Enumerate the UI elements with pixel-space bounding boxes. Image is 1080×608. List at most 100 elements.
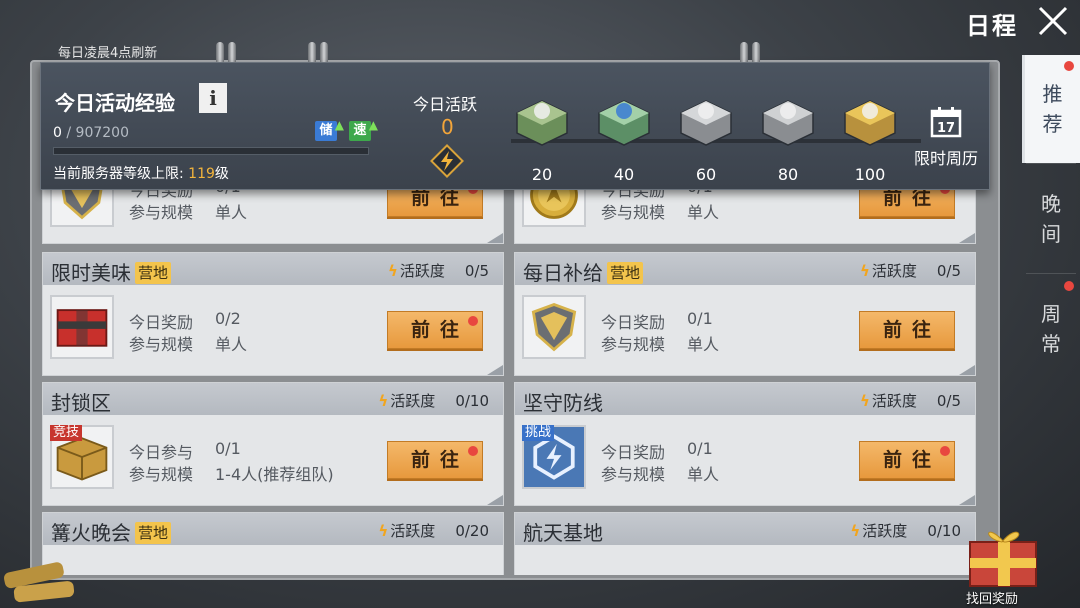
activity-title: 每日补给	[523, 261, 603, 285]
schedule-title: 日程	[966, 12, 1018, 40]
scale-value: 1-4人(推荐组队)	[215, 465, 334, 484]
camp-tag: 营地	[135, 522, 172, 544]
reward-label: 今日奖励	[129, 313, 194, 332]
go-button[interactable]: 前往	[387, 441, 483, 479]
reward-label: 今日参与	[129, 443, 194, 462]
go-button[interactable]: 前往	[859, 441, 955, 479]
exp-current: 0	[53, 125, 62, 141]
go-button[interactable]: 前往	[859, 190, 955, 217]
go-button[interactable]: 前往	[387, 311, 483, 349]
activity-points-count: 0/5	[464, 262, 489, 280]
notification-dot	[1064, 281, 1074, 291]
activity-card[interactable]: 航天基地 ϟ 活跃度 0/10	[514, 512, 976, 575]
bullet-shells-icon	[4, 562, 75, 603]
reward-label: 今日奖励	[601, 313, 666, 332]
milestone-value: 80	[777, 165, 799, 184]
server-cap-label: 当前服务器等级上限:	[53, 166, 189, 182]
notification-dot	[468, 316, 478, 326]
activity-points-label: 活跃度	[390, 522, 436, 540]
notification-dot	[1064, 61, 1074, 71]
lightning-shield-icon: 挑战	[522, 425, 586, 489]
reward-value: 0/2	[215, 309, 241, 328]
server-level-cap: 当前服务器等级上限: 119级	[53, 163, 229, 183]
info-button[interactable]: i	[199, 83, 227, 113]
active-milestone-chest[interactable]: 60	[671, 89, 741, 184]
recall-reward-button[interactable]: 找回奖励	[956, 518, 1056, 608]
daily-active-value: 0	[441, 115, 454, 139]
speed-boost-icon[interactable]: 速 ▲	[349, 118, 378, 141]
card-header: 坚守防线 ϟ 活跃度 0/5	[515, 383, 975, 415]
scale-label: 参与规模	[129, 335, 194, 354]
go-button[interactable]: 前往	[859, 311, 955, 349]
activity-card[interactable]: 每日补给 营地 ϟ 活跃度 0/5 今日奖励 0/1 参与规模 单人 前往	[514, 252, 976, 376]
activity-title: 坚守防线	[523, 391, 603, 415]
close-icon[interactable]	[1036, 4, 1070, 38]
activity-points: ϟ 活跃度 0/10	[378, 390, 489, 411]
active-milestone-chest[interactable]: 80	[753, 89, 823, 184]
go-button-label: 前往	[410, 449, 469, 471]
card-corner	[959, 233, 975, 243]
activity-card[interactable]: 限时美味 营地 ϟ 活跃度 0/5 今日奖励 0/2 参与规模 单人 前往	[42, 252, 504, 376]
card-corner	[959, 365, 975, 375]
activity-points: ϟ 活跃度 0/5	[860, 260, 961, 281]
side-tab[interactable]: 周常	[1022, 275, 1080, 383]
daily-exp-title: 今日活动经验	[55, 91, 175, 115]
scale-label: 参与规模	[601, 465, 666, 484]
activity-list[interactable]: 今日奖励0/1参与规模单人前往今日奖励0/1参与规模单人前往限时美味营地ϟ活跃度…	[42, 190, 978, 575]
activity-card[interactable]: 封锁区 ϟ 活跃度 0/10 竞技今日参与 0/1 参与规模 1-4人(推荐组队) 前往	[42, 382, 504, 506]
activity-card[interactable]: 坚守防线 ϟ 活跃度 0/5 挑战 今日奖励 0/1 参与规模 单人 前往	[514, 382, 976, 506]
reward-value: 0/1	[215, 439, 241, 458]
active-milestone-chest[interactable]: 100	[835, 89, 905, 184]
lightning-icon: ϟ	[387, 262, 398, 280]
activity-title: 限时美味	[51, 261, 131, 285]
reward-value: 0/1	[687, 439, 713, 458]
mode-badge: 竞技	[50, 425, 83, 441]
limited-calendar-button[interactable]: 17 限时周历	[909, 105, 983, 169]
activity-points-label: 活跃度	[871, 392, 917, 410]
server-cap-level: 119	[188, 166, 215, 182]
mode-badge: 挑战	[522, 425, 555, 441]
lightning-icon: ϟ	[378, 522, 389, 540]
exp-progress-bar	[53, 147, 369, 155]
activity-card[interactable]: 今日奖励0/1参与规模单人前往	[514, 190, 976, 244]
activity-points: ϟ 活跃度 0/5	[860, 390, 961, 411]
go-button-label: 前往	[410, 190, 469, 209]
scale-label: 参与规模	[129, 465, 194, 484]
card-body: 挑战 今日奖励 0/1 参与规模 单人 前往	[515, 415, 975, 507]
card-corner	[487, 495, 503, 505]
activity-title: 航天基地	[523, 521, 603, 545]
store-boost-icon[interactable]: 储 ▲	[315, 118, 344, 141]
shield-medal-icon	[50, 190, 114, 227]
activity-points: ϟ 活跃度 0/5	[388, 260, 489, 281]
side-tab-label: 周	[1041, 302, 1061, 326]
go-button[interactable]: 前往	[387, 190, 483, 217]
active-milestone-chest[interactable]: 40	[589, 89, 659, 184]
go-button-label: 前往	[882, 319, 941, 341]
activity-points-label: 活跃度	[399, 262, 445, 280]
activity-name: 封锁区	[51, 387, 111, 416]
side-tab-label: 常	[1041, 332, 1061, 356]
notification-dot	[468, 446, 478, 456]
reward-label: 今日奖励	[601, 443, 666, 462]
side-tab-label: 晚	[1041, 192, 1061, 216]
milestone-value: 40	[613, 165, 635, 184]
activity-points-count: 0/5	[936, 262, 961, 280]
activity-name: 航天基地	[523, 517, 603, 546]
activity-card[interactable]: 篝火晚会 营地 ϟ 活跃度 0/20	[42, 512, 504, 575]
side-tab-label: 推	[1042, 82, 1063, 106]
activity-points-label: 活跃度	[390, 392, 436, 410]
side-tab-label: 荐	[1042, 112, 1063, 136]
scale-value: 单人	[215, 203, 248, 222]
milestone-value: 20	[531, 165, 553, 184]
daily-active-label: 今日活跃	[413, 95, 478, 114]
activity-points: ϟ 活跃度 0/20	[378, 520, 489, 541]
shield-medal-icon	[522, 295, 586, 359]
camp-tag: 营地	[607, 262, 644, 284]
reward-value: 0/1	[687, 309, 713, 328]
active-milestone-chest[interactable]: 20	[507, 89, 577, 184]
side-tab[interactable]: 晚间	[1022, 165, 1080, 273]
activity-points-count: 0/5	[936, 392, 961, 410]
reward-chest-icon	[680, 100, 732, 146]
activity-card[interactable]: 今日奖励0/1参与规模单人前往	[42, 190, 504, 244]
side-tab[interactable]: 推荐	[1022, 55, 1080, 163]
